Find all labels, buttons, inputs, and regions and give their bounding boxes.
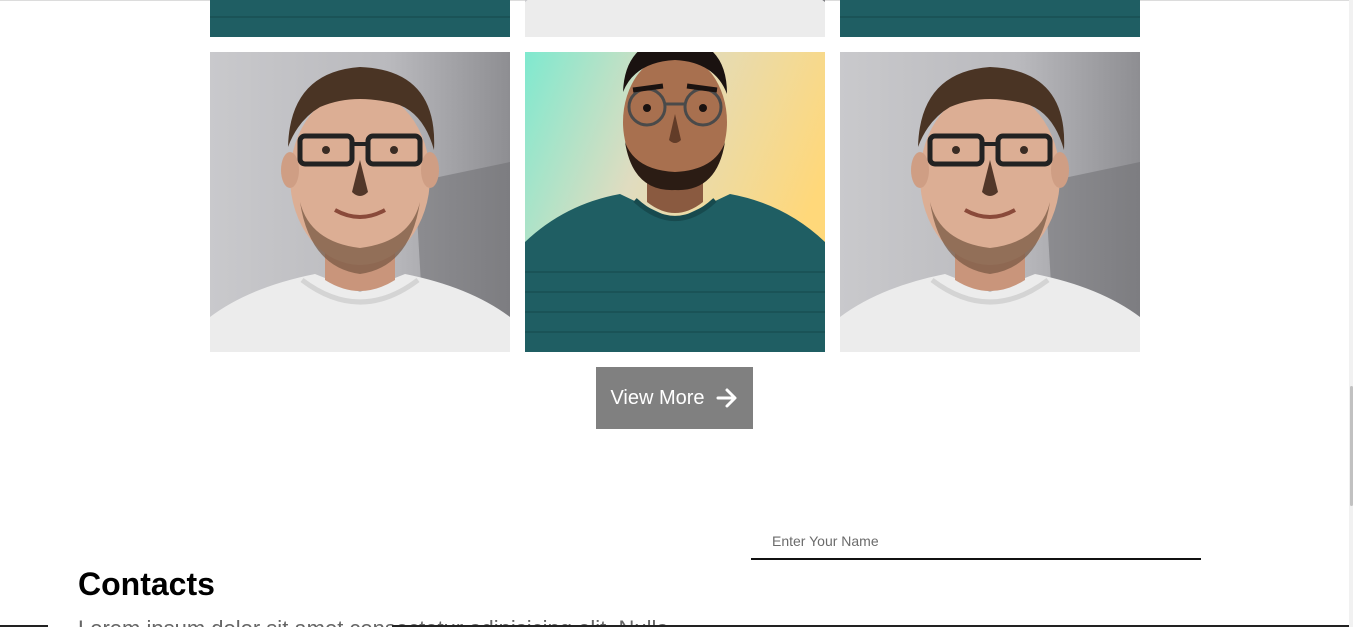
page: View More Contacts Lorem ipsum dolor sit… [0, 0, 1353, 627]
portrait-image [525, 52, 825, 352]
gallery-photo-man-green-shirt[interactable] [210, 0, 510, 37]
gallery-photo-man-white-shirt[interactable] [525, 0, 825, 37]
gallery-photo-man-white-shirt[interactable] [210, 52, 510, 352]
portrait-image [210, 52, 510, 352]
arrow-right-icon [715, 386, 739, 410]
contacts-title: Contacts [78, 566, 215, 602]
portrait-image [840, 0, 1140, 37]
portrait-image [210, 0, 510, 37]
portrait-image [840, 52, 1140, 352]
page-scrollbar[interactable] [1349, 0, 1353, 627]
view-more-button[interactable]: View More [596, 367, 753, 429]
portrait-image [525, 0, 825, 37]
name-input[interactable] [751, 524, 1201, 560]
gallery-photo-man-white-shirt[interactable] [840, 52, 1140, 352]
view-more-label: View More [610, 386, 705, 409]
gallery-photo-man-green-shirt[interactable] [840, 0, 1140, 37]
gallery-photo-man-green-shirt[interactable] [525, 52, 825, 352]
